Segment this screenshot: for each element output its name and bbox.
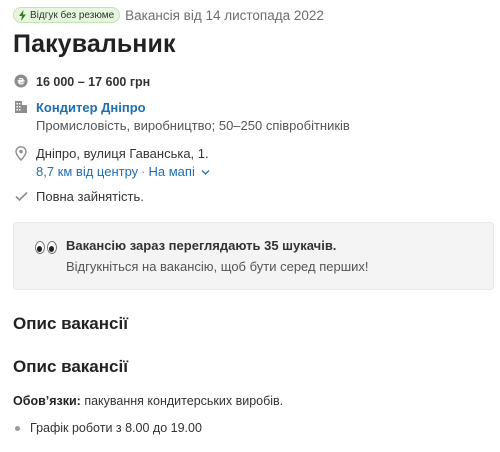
page-title: Пакувальник xyxy=(13,30,176,58)
money-icon: ₴ xyxy=(13,73,29,89)
separator: · xyxy=(141,164,146,179)
badge-label: Відгук без резюме xyxy=(30,9,115,21)
company-link[interactable]: Кондитер Дніпро xyxy=(36,99,350,117)
map-link[interactable]: На мапі xyxy=(149,164,195,179)
check-icon xyxy=(13,188,29,204)
section-title: Опис вакансії xyxy=(13,314,128,333)
distance-link[interactable]: 8,7 км від центру xyxy=(36,164,138,179)
address: Дніпро, вулиця Гаванська, 1. xyxy=(36,146,209,161)
chevron-down-icon[interactable] xyxy=(201,169,210,176)
address-row: Дніпро, вулиця Гаванська, 1. 8,7 км від … xyxy=(13,145,210,181)
salary: 16 000 – 17 600 грн xyxy=(36,75,151,89)
no-resume-badge[interactable]: Відгук без резюме xyxy=(13,7,121,23)
viewers-notice: Вакансію зараз переглядають 35 шукачів. … xyxy=(13,222,494,290)
employment-type: Повна зайнятість. xyxy=(36,189,144,204)
lightning-icon xyxy=(19,9,26,21)
employment-row: Повна зайнятість. xyxy=(13,188,144,206)
duties-text: пакування кондитерських виробів. xyxy=(80,394,284,408)
vacancy-date: Вакансія від 14 листопада 2022 xyxy=(125,7,324,23)
duties-paragraph: Обов’язки: пакування кондитерських вироб… xyxy=(13,394,283,408)
duties-label: Обов’язки: xyxy=(13,394,81,408)
viewers-count-text: Вакансію зараз переглядають 35 шукачів. xyxy=(66,238,337,253)
schedule-text: Графік роботи з 8.00 до 19.00 xyxy=(30,421,202,435)
bullet-dot xyxy=(15,425,20,431)
viewers-call-to-action: Відгукніться на вакансію, щоб бути серед… xyxy=(66,259,369,274)
svg-text:₴: ₴ xyxy=(17,78,25,88)
description-subtitle: Опис вакансії xyxy=(13,357,128,376)
location-pin-icon xyxy=(13,145,29,161)
list-item: Графік роботи з 8.00 до 19.00 xyxy=(13,421,202,435)
salary-row: ₴ 16 000 – 17 600 грн xyxy=(13,73,150,91)
company-row: Кондитер Дніпро Промисловість, виробницт… xyxy=(13,99,350,135)
vacancy-meta: Відгук без резюме Вакансія від 14 листоп… xyxy=(13,6,324,24)
eyes-icon xyxy=(35,241,57,254)
company-info: Промисловість, виробництво; 50–250 співр… xyxy=(36,118,350,133)
building-icon xyxy=(13,99,29,115)
